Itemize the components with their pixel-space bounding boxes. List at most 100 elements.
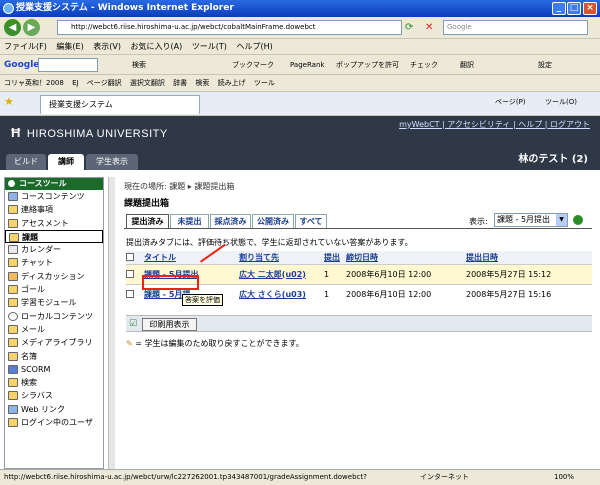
sidebar-item-web-links[interactable]: Web リンク	[5, 403, 103, 416]
highlight-box	[142, 275, 199, 290]
tools-menu[interactable]: ツール(O)	[545, 92, 577, 112]
sidebar-item-goals[interactable]: ゴール	[5, 283, 103, 296]
page-header: Ħ HIROSHIMA UNIVERSITY myWebCT | アクセシビリティ…	[0, 116, 600, 151]
close-button[interactable]: ×	[583, 2, 597, 15]
sidebar-item-course-content[interactable]: コースコンテンツ	[5, 190, 103, 203]
sidebar-collapse-handle[interactable]	[108, 177, 115, 469]
page-menu[interactable]: ページ(P)	[495, 92, 526, 112]
internet-zone: インターネット	[420, 473, 469, 481]
col-submitted[interactable]: 提出日時	[466, 251, 592, 264]
student-link[interactable]: 広大 二太郎(u02)	[239, 270, 306, 279]
col-due[interactable]: 締切日時	[346, 251, 466, 264]
google-logo: Google	[4, 60, 40, 70]
tab-published[interactable]: 公開済み	[252, 214, 294, 228]
link-item[interactable]: EJ	[72, 79, 79, 87]
check-button[interactable]: チェック	[410, 55, 438, 75]
submitted-date: 2008年5月27日 15:12	[466, 263, 592, 284]
link-item[interactable]: コリャ英和！2008	[4, 79, 64, 87]
link-item[interactable]: ページ翻訳	[87, 79, 122, 87]
google-toolbar: Google 検索 ブックマーク PageRank ポップアップを許可 チェック…	[0, 55, 600, 75]
menu-favorites[interactable]: お気に入り(A)	[131, 42, 183, 51]
menu-help[interactable]: ヘルプ(H)	[236, 42, 272, 51]
browser-tab[interactable]: 授業支援システム	[40, 95, 200, 114]
url-field[interactable]: http://webct6.riise.hiroshima-u.ac.jp/we…	[57, 20, 402, 35]
sidebar-item-chat[interactable]: チャット	[5, 256, 103, 269]
tab-not-submitted[interactable]: 未提出	[170, 214, 209, 228]
link-item[interactable]: 選択文翻訳	[130, 79, 165, 87]
link-item[interactable]: 辞書	[173, 79, 187, 87]
submitted-date: 2008年5月27日 15:16	[466, 283, 592, 304]
sidebar-item-discussion[interactable]: ディスカッション	[5, 270, 103, 283]
bookmark-button[interactable]: ブックマーク	[232, 55, 274, 75]
maximize-button[interactable]: □	[567, 2, 581, 15]
zoom-level[interactable]: 100%	[554, 470, 574, 485]
print-view-button[interactable]: 印刷用表示	[142, 318, 197, 331]
minimize-button[interactable]: _	[552, 2, 566, 15]
sidebar-item-local-content[interactable]: ローカルコンテンツ	[5, 310, 103, 323]
tab-graded[interactable]: 採点済み	[210, 214, 251, 228]
sidebar-item-assignments[interactable]: 課題	[5, 229, 103, 244]
submission-count: 1	[324, 263, 346, 284]
refresh-icon[interactable]: ⟳	[405, 18, 413, 38]
ie-icon	[3, 3, 14, 14]
breadcrumb: 現在の場所: 課題 ▸ 課題提出箱	[124, 182, 235, 191]
menu-file[interactable]: ファイル(F)	[4, 42, 47, 51]
sidebar-item-calendar[interactable]: カレンダー	[5, 243, 103, 256]
header-links[interactable]: myWebCT | アクセシビリティ | ヘルプ | ログアウト	[399, 119, 590, 130]
sidebar-item-roster[interactable]: 名簿	[5, 350, 103, 363]
tooltip: 答案を評価	[182, 294, 223, 306]
back-button[interactable]: ◀	[4, 19, 21, 36]
go-button[interactable]	[573, 215, 583, 225]
row-checkbox[interactable]	[126, 270, 134, 278]
university-logo: Ħ HIROSHIMA UNIVERSITY	[11, 125, 168, 140]
assignment-select[interactable]: 課題 - 5月提出 ▼	[494, 213, 568, 227]
col-title[interactable]: タイトル	[144, 251, 239, 264]
sidebar-item-online-users[interactable]: ログイン中のユーザ	[5, 416, 103, 429]
sidebar-item-announcements[interactable]: 連絡事項	[5, 203, 103, 216]
sidebar-item-mail[interactable]: メール	[5, 323, 103, 336]
sidebar-item-syllabus[interactable]: シラバス	[5, 389, 103, 402]
links-toolbar: コリャ英和！2008 EJ ページ翻訳 選択文翻訳 辞書 検索 読み上げ ツール	[0, 75, 600, 92]
search-input[interactable]: Google	[443, 20, 588, 35]
course-tools-sidebar: コースツール コースコンテンツ 連絡事項 アセスメント 課題 カレンダー チャッ…	[4, 177, 104, 469]
pencil-icon: ✎	[126, 339, 133, 348]
tab-build[interactable]: ビルド	[6, 154, 46, 170]
tab-instructor[interactable]: 講師	[48, 154, 84, 170]
sidebar-item-assessments[interactable]: アセスメント	[5, 217, 103, 230]
student-link[interactable]: 広大 さくら(u03)	[239, 290, 306, 299]
legend-note: ✎ = 学生は編集のため取り戻すことができます。	[126, 339, 304, 348]
star-icon[interactable]: ★	[4, 92, 14, 112]
link-item[interactable]: 読み上げ	[218, 79, 246, 87]
status-url: http://webct6.riise.hiroshima-u.ac.jp/we…	[4, 473, 367, 481]
popup-button[interactable]: ポップアップを許可	[336, 55, 399, 75]
sidebar-item-learning-modules[interactable]: 学習モジュール	[5, 296, 103, 309]
menu-tools[interactable]: ツール(T)	[192, 42, 227, 51]
menu-edit[interactable]: 編集(E)	[56, 42, 83, 51]
window-title-bar: 授業支援システム - Windows Internet Explorer _ □…	[0, 0, 600, 17]
sidebar-item-search[interactable]: 検索	[5, 376, 103, 389]
link-item[interactable]: 検索	[195, 79, 209, 87]
google-search-button[interactable]: 検索	[132, 55, 146, 75]
role-tabs: ビルド 講師 学生表示 林のテスト (2)	[0, 151, 600, 170]
tab-student-view[interactable]: 学生表示	[86, 154, 138, 170]
menu-view[interactable]: 表示(V)	[93, 42, 121, 51]
settings-button[interactable]: 設定	[538, 55, 552, 75]
due-date: 2008年6月10日 12:00	[346, 283, 466, 304]
row-checkbox[interactable]	[126, 290, 134, 299]
pagerank-icon: PageRank	[290, 61, 325, 69]
translate-button[interactable]: 翻訳	[460, 55, 474, 75]
sidebar-item-scorm[interactable]: SCORM	[5, 363, 103, 376]
bulk-action-bar: ☑ 印刷用表示	[126, 315, 592, 332]
tab-bar: ★ 授業支援システム ページ(P) ツール(O)	[0, 92, 600, 116]
forward-button[interactable]: ▶	[23, 19, 40, 36]
tab-all[interactable]: すべて	[295, 214, 327, 228]
col-submissions[interactable]: 提出	[324, 251, 346, 264]
stop-icon[interactable]: ✕	[425, 18, 433, 38]
col-assignee[interactable]: 割り当て先	[239, 251, 324, 264]
tab-submitted[interactable]: 提出済み	[126, 214, 169, 228]
submission-count: 1	[324, 283, 346, 304]
sidebar-title: コースツール	[5, 178, 103, 190]
link-item[interactable]: ツール	[254, 79, 275, 87]
sidebar-item-media-library[interactable]: メディアライブラリ	[5, 336, 103, 349]
select-all-checkbox[interactable]	[126, 253, 134, 262]
